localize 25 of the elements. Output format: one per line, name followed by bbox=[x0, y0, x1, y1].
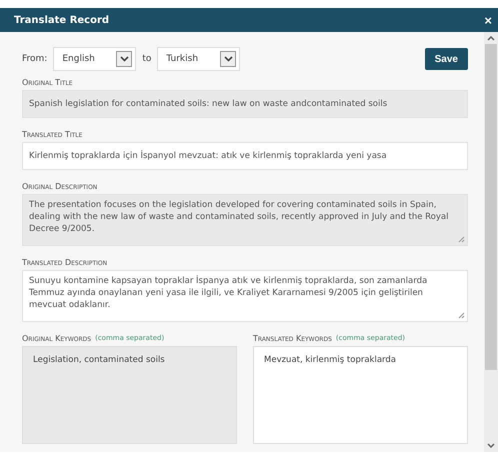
scrollbar[interactable] bbox=[484, 32, 498, 452]
field-label: Original Title bbox=[22, 78, 74, 87]
save-button[interactable]: Save bbox=[424, 48, 468, 70]
text-area[interactable]: Sunuyu kontamine kapsayan topraklar İspanya atık ve kirlenmiş topraklarda, son zamanlarda Temmuz ayında onaylanan yeni yasa ile ilgili, ve Kraliyet Kararnamesi 9/2005 için geliştirilen mevcuat odaklanır. bbox=[22, 270, 468, 322]
field-label: Translated Keywords bbox=[253, 334, 332, 343]
scroll-down-icon[interactable] bbox=[487, 443, 495, 448]
resize-grip-icon[interactable] bbox=[458, 236, 465, 243]
input-field[interactable]: Kirlenmiş topraklarda için İspanyol mevzuat: atık ve kirlenmiş topraklarda yeni yasa bbox=[22, 142, 468, 170]
text-area[interactable]: Mevzuat, kirlenmiş topraklarda bbox=[253, 346, 468, 444]
text-area[interactable]: The presentation focuses on the legislation developed for covering contaminated soils in Spain, dealing with the new law of waste and contaminated soils, recently approved in July and the Royal Decree 9/2005. bbox=[22, 194, 468, 246]
field-label: Original Description bbox=[22, 182, 98, 191]
text-area[interactable]: Legislation, contaminated soils bbox=[22, 346, 237, 444]
close-button[interactable]: × bbox=[484, 14, 492, 26]
resize-grip-icon[interactable] bbox=[458, 312, 465, 319]
scrollbar-thumb[interactable] bbox=[485, 44, 497, 370]
language-select[interactable]: English bbox=[53, 47, 136, 71]
scroll-up-icon[interactable] bbox=[487, 36, 495, 41]
from-label: From: bbox=[22, 54, 48, 64]
field-label: Translated Title bbox=[22, 130, 84, 139]
window-title: Translate Record bbox=[14, 14, 110, 26]
field-label: Original Keywords bbox=[22, 334, 92, 343]
input-field[interactable]: Spanish legislation for contaminated soils: new law on waste andcontaminated soils bbox=[22, 90, 468, 118]
field-label: Translated Description bbox=[22, 258, 108, 267]
language-select[interactable]: Turkish bbox=[157, 47, 240, 71]
to-label: to bbox=[142, 54, 152, 64]
